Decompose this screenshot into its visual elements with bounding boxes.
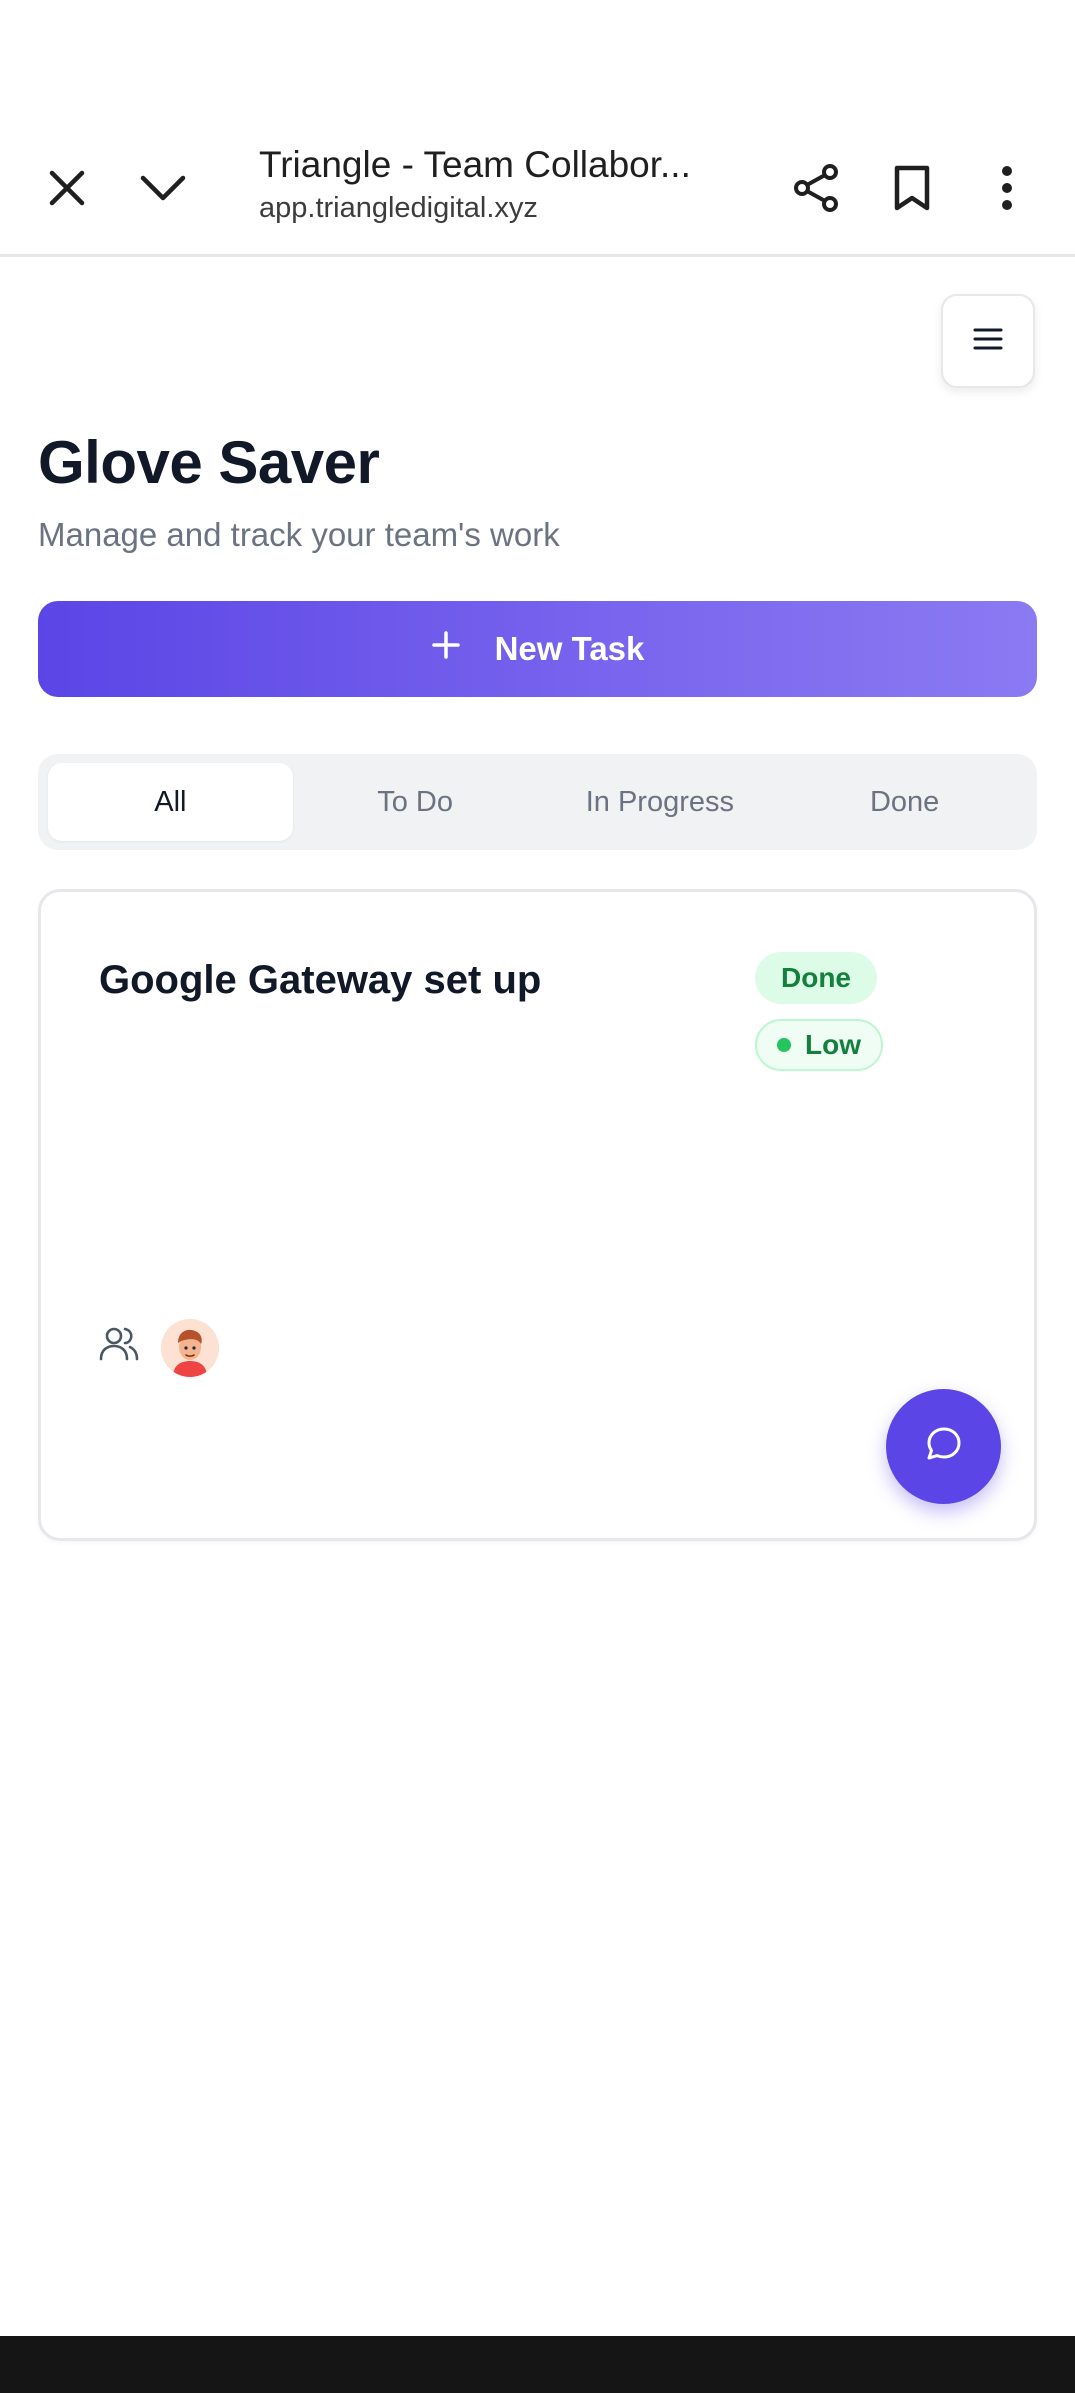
page-subtitle: Manage and track your team's work — [38, 516, 560, 553]
more-vertical-icon[interactable] — [967, 148, 1047, 228]
status-badge: Done — [755, 952, 877, 1004]
avatar[interactable] — [161, 1319, 219, 1377]
chat-icon — [924, 1424, 964, 1469]
tab-done[interactable]: Done — [782, 763, 1027, 841]
bookmark-icon[interactable] — [872, 148, 952, 228]
close-icon[interactable] — [27, 148, 107, 228]
tab-in-progress[interactable]: In Progress — [538, 763, 783, 841]
plus-icon — [431, 630, 461, 668]
system-navigation-bar — [0, 2336, 1075, 2393]
priority-dot — [777, 1038, 791, 1052]
hamburger-icon — [973, 327, 1003, 356]
status-tabs: All To Do In Progress Done — [38, 754, 1037, 850]
page: Triangle - Team Collabor... app.triangle… — [0, 0, 1075, 2393]
priority-badge: Low — [755, 1019, 883, 1071]
tab-all[interactable]: All — [48, 763, 293, 841]
share-icon[interactable] — [776, 148, 856, 228]
task-title: Google Gateway set up — [99, 958, 542, 1002]
page-title: Glove Saver — [38, 429, 380, 496]
new-task-button[interactable]: New Task — [38, 601, 1037, 697]
priority-label: Low — [805, 1029, 861, 1060]
chat-button[interactable] — [886, 1389, 1001, 1504]
new-task-label: New Task — [494, 630, 645, 667]
browser-toolbar: Triangle - Team Collabor... app.triangle… — [0, 0, 1075, 257]
chevron-down-icon[interactable] — [123, 148, 203, 228]
browser-title-area[interactable]: Triangle - Team Collabor... app.triangle… — [259, 140, 719, 225]
tab-to-do[interactable]: To Do — [293, 763, 538, 841]
task-card[interactable]: Google Gateway set up Done Low — [38, 889, 1037, 1541]
browser-page-title: Triangle - Team Collabor... — [259, 144, 691, 185]
menu-button[interactable] — [941, 294, 1035, 388]
browser-url: app.triangledigital.xyz — [259, 192, 538, 224]
users-icon — [99, 1323, 139, 1363]
